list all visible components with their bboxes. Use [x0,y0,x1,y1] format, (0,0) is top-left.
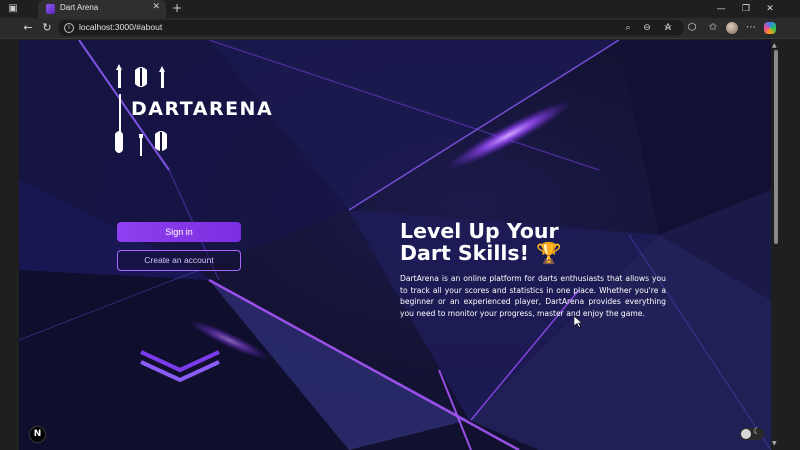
zoom-icon[interactable]: ⌕ [621,21,635,35]
tab-dart-arena[interactable]: Dart Arena ✕ [38,0,166,18]
copilot-icon[interactable] [764,22,776,34]
address-bar[interactable]: i localhost:3000/#about ⌕ ⊖ A [58,20,684,36]
hero-title-line1: Level Up Your [400,219,559,243]
tracking-prevention-icon[interactable]: ⊖ [640,21,654,35]
url-text[interactable]: localhost:3000/#about [79,22,162,32]
hero-title: Level Up Your Dart Skills! 🏆 [400,220,660,264]
scroll-up-arrow-icon[interactable]: ▲ [772,42,777,49]
back-arrow-icon[interactable]: ← [20,20,36,36]
dart-arena-favicon-icon [46,4,55,14]
create-account-button[interactable]: Create an account [117,250,241,271]
next-dev-badge[interactable]: N [29,426,46,443]
toggle-knob [741,429,751,439]
close-icon[interactable]: ✕ [152,2,160,12]
restore-icon[interactable]: ❐ [736,1,756,17]
sign-in-button[interactable]: Sign in [117,222,241,242]
tab-title: Dart Arena [60,3,99,12]
new-tab-button[interactable]: + [172,1,182,15]
reload-icon[interactable]: ↻ [39,20,55,36]
minimize-icon[interactable]: — [711,1,731,17]
profile-avatar[interactable] [726,22,738,34]
star-icon[interactable]: ☆ [660,20,676,36]
trophy-icon: 🏆 [536,241,562,265]
mouse-cursor-icon [574,316,582,328]
tab-bar: ▣ Dart Arena ✕ + — ❐ ✕ [0,0,800,18]
hero-title-line2: Dart Skills! [400,241,529,265]
window-right-edge [781,40,800,450]
page-scrollbar[interactable]: ▲ ▼ [771,40,781,450]
scroll-down-arrow-icon[interactable]: ▼ [772,440,777,447]
favorites-icon[interactable]: ✩ [705,20,721,36]
logo-text: DARTARENA [131,98,274,120]
moon-icon: ☾ [753,427,762,437]
scroll-down-chevron-icon[interactable] [139,348,221,384]
more-menu-icon[interactable]: ⋯ [743,20,759,36]
page-viewport: DARTARENA Sign in Create an account Leve… [19,40,771,450]
extensions-icon[interactable]: ⬡ [684,20,700,36]
theme-toggle[interactable]: ☾ [740,427,764,440]
browser-toolbar: ← ↻ i localhost:3000/#about ⌕ ⊖ A ☆ ⬡ ✩ … [0,18,800,39]
site-info-icon[interactable]: i [64,23,74,33]
scroll-thumb[interactable] [774,50,778,244]
hero-description: DartArena is an online platform for dart… [400,274,666,318]
window-close-icon[interactable]: ✕ [760,1,780,17]
dartarena-logo[interactable]: DARTARENA [111,64,272,163]
window-icon[interactable]: ▣ [4,1,22,17]
